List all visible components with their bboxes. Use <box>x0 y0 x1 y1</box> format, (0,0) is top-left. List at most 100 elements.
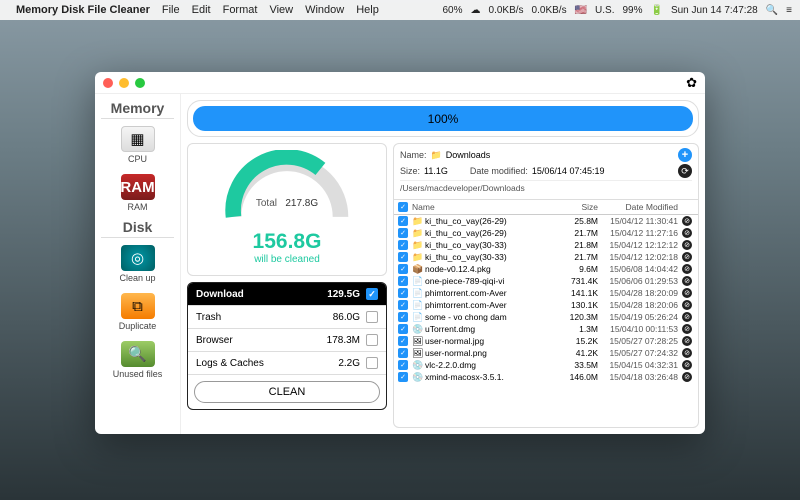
fp-date-label: Date modified: <box>470 166 528 176</box>
menu-extra-icon[interactable]: ≡ <box>786 5 792 16</box>
sidebar-item-cleanup[interactable]: ◎ Clean up <box>101 242 174 286</box>
block-icon[interactable]: ⊘ <box>682 252 692 262</box>
category-size: 86.0G <box>333 312 360 323</box>
menu-format[interactable]: Format <box>223 4 258 16</box>
file-row[interactable]: ✓🖼user-normal.jpg15.2K15/05/27 07:28:25⊘ <box>394 335 698 347</box>
file-icon: 📁 <box>412 240 422 250</box>
file-name: node-v0.12.4.pkg <box>425 264 491 274</box>
block-icon[interactable]: ⊘ <box>682 216 692 226</box>
category-row-logs-caches[interactable]: Logs & Caches2.2G <box>188 352 386 375</box>
file-row[interactable]: ✓📁ki_thu_co_vay(30-33)21.7M15/04/12 12:0… <box>394 251 698 263</box>
checkbox-icon[interactable] <box>366 311 378 323</box>
file-row[interactable]: ✓📁ki_thu_co_vay(30-33)21.8M15/04/12 12:1… <box>394 239 698 251</box>
clean-button[interactable]: CLEAN <box>194 381 380 403</box>
file-row[interactable]: ✓💿uTorrent.dmg1.3M15/04/10 00:11:53⊘ <box>394 323 698 335</box>
file-icon: 💿 <box>412 360 422 370</box>
block-icon[interactable]: ⊘ <box>682 276 692 286</box>
file-row[interactable]: ✓💿xmind-macosx-3.5.1.146.0M15/04/18 03:2… <box>394 371 698 383</box>
menu-help[interactable]: Help <box>356 4 379 16</box>
checkbox-icon[interactable]: ✓ <box>398 372 408 382</box>
gear-icon[interactable]: ✿ <box>686 75 697 91</box>
minimize-icon[interactable] <box>119 78 129 88</box>
file-row[interactable]: ✓📁ki_thu_co_vay(26-29)25.8M15/04/12 11:3… <box>394 215 698 227</box>
block-icon[interactable]: ⊘ <box>682 324 692 334</box>
file-row[interactable]: ✓🖼user-normal.png41.2K15/05/27 07:24:32⊘ <box>394 347 698 359</box>
checkbox-icon[interactable]: ✓ <box>398 336 408 346</box>
sidebar-item-duplicate[interactable]: ⧉ Duplicate <box>101 290 174 334</box>
battery: 99% <box>622 5 642 16</box>
app-name[interactable]: Memory Disk File Cleaner <box>16 4 150 16</box>
menu-file[interactable]: File <box>162 4 180 16</box>
file-name: ki_thu_co_vay(30-33) <box>425 252 507 262</box>
checkbox-icon[interactable]: ✓ <box>398 324 408 334</box>
checkbox-icon[interactable]: ✓ <box>398 348 408 358</box>
checkbox-icon[interactable]: ✓ <box>398 252 408 262</box>
file-date: 15/06/06 01:29:53 <box>598 276 682 286</box>
refresh-button[interactable]: ⟳ <box>678 164 692 178</box>
file-row[interactable]: ✓💿vlc-2.2.0.dmg33.5M15/04/15 04:32:31⊘ <box>394 359 698 371</box>
file-row[interactable]: ✓📄one-piece-789-qiqi-vi731.4K15/06/06 01… <box>394 275 698 287</box>
file-size: 33.5M <box>560 360 598 370</box>
file-row[interactable]: ✓📄phimtorrent.com-Aver130.1K15/04/28 18:… <box>394 299 698 311</box>
block-icon[interactable]: ⊘ <box>682 336 692 346</box>
add-button[interactable]: + <box>678 148 692 162</box>
checkbox-icon[interactable]: ✓ <box>398 300 408 310</box>
file-date: 15/04/28 18:20:09 <box>598 288 682 298</box>
checkbox-icon[interactable]: ✓ <box>398 360 408 370</box>
checkbox-icon[interactable]: ✓ <box>398 288 408 298</box>
category-row-browser[interactable]: Browser178.3M <box>188 329 386 352</box>
file-date: 15/04/10 00:11:53 <box>598 324 682 334</box>
menu-window[interactable]: Window <box>305 4 344 16</box>
menubar: Memory Disk File Cleaner File Edit Forma… <box>0 0 800 20</box>
file-columns: ✓ Name Size Date Modified <box>394 200 698 215</box>
checkbox-icon[interactable]: ✓ <box>398 216 408 226</box>
checkbox-icon[interactable]: ✓ <box>398 240 408 250</box>
file-icon: 📁 <box>412 216 422 226</box>
file-size: 9.6M <box>560 264 598 274</box>
sidebar-item-cpu[interactable]: ▦ CPU <box>101 123 174 167</box>
block-icon[interactable]: ⊘ <box>682 372 692 382</box>
menu-edit[interactable]: Edit <box>192 4 211 16</box>
file-size: 21.8M <box>560 240 598 250</box>
sidebar-item-unused[interactable]: 🔍 Unused files <box>101 338 174 382</box>
block-icon[interactable]: ⊘ <box>682 312 692 322</box>
menu-view[interactable]: View <box>269 4 293 16</box>
block-icon[interactable]: ⊘ <box>682 300 692 310</box>
checkbox-icon[interactable]: ✓ <box>398 228 408 238</box>
checkbox-icon[interactable] <box>366 334 378 346</box>
block-icon[interactable]: ⊘ <box>682 360 692 370</box>
file-list[interactable]: ✓📁ki_thu_co_vay(26-29)25.8M15/04/12 11:3… <box>394 215 698 427</box>
col-name[interactable]: Name <box>412 202 560 212</box>
checkbox-icon[interactable] <box>366 357 378 369</box>
category-size: 178.3M <box>327 335 360 346</box>
file-row[interactable]: ✓📁ki_thu_co_vay(26-29)21.7M15/04/12 11:2… <box>394 227 698 239</box>
category-name: Browser <box>196 335 327 346</box>
category-row-download[interactable]: Download129.5G✓ <box>188 283 386 306</box>
col-size[interactable]: Size <box>560 202 598 212</box>
sidebar-item-ram[interactable]: RAM RAM <box>101 171 174 215</box>
file-row[interactable]: ✓📄phimtorrent.com-Aver141.1K15/04/28 18:… <box>394 287 698 299</box>
file-row[interactable]: ✓📦node-v0.12.4.pkg9.6M15/06/08 14:04:42⊘ <box>394 263 698 275</box>
zoom-icon[interactable] <box>135 78 145 88</box>
fp-name-value: Downloads <box>446 150 491 160</box>
file-row[interactable]: ✓📄some - vo chong dam120.3M15/04/19 05:2… <box>394 311 698 323</box>
checkbox-icon[interactable]: ✓ <box>398 264 408 274</box>
checkbox-icon[interactable]: ✓ <box>398 312 408 322</box>
file-size: 41.2K <box>560 348 598 358</box>
file-icon: 📄 <box>412 300 422 310</box>
file-date: 15/06/08 14:04:42 <box>598 264 682 274</box>
col-date[interactable]: Date Modified <box>598 202 682 212</box>
progress-container: 100% <box>187 100 699 137</box>
close-icon[interactable] <box>103 78 113 88</box>
file-icon: 📁 <box>412 252 422 262</box>
checkbox-icon[interactable]: ✓ <box>366 288 378 300</box>
block-icon[interactable]: ⊘ <box>682 228 692 238</box>
block-icon[interactable]: ⊘ <box>682 288 692 298</box>
block-icon[interactable]: ⊘ <box>682 264 692 274</box>
titlebar: ✿ <box>95 72 705 94</box>
block-icon[interactable]: ⊘ <box>682 348 692 358</box>
search-icon[interactable]: 🔍 <box>766 5 778 16</box>
category-row-trash[interactable]: Trash86.0G <box>188 306 386 329</box>
checkbox-icon[interactable]: ✓ <box>398 276 408 286</box>
block-icon[interactable]: ⊘ <box>682 240 692 250</box>
